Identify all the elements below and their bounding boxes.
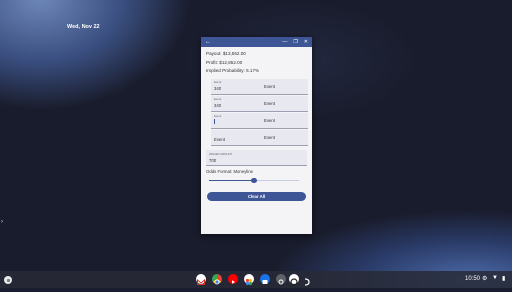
event-name-field[interactable]: Event (262, 130, 308, 145)
odds-field-value: 340 (214, 85, 222, 91)
odds-field-placeholder: Event (214, 136, 225, 142)
battery-icon[interactable]: ▮ (502, 275, 505, 282)
wager-amount-value: 700 (209, 157, 217, 163)
shelf: 10:50 ⚙ ▼ ▮ (0, 271, 512, 288)
odds-field[interactable]: Event 340 (211, 96, 262, 111)
chrome-icon[interactable] (212, 274, 222, 285)
odds-field-value: 340 (214, 102, 222, 108)
maximize-icon[interactable]: ❐ (293, 39, 297, 45)
odds-field-label: Event (214, 97, 222, 102)
event-row: Event Event (211, 112, 308, 129)
date-label: Wed, Nov 22 (67, 24, 100, 30)
window-controls: — ❐ ✕ (282, 39, 312, 45)
event-name-field[interactable]: Event (262, 79, 308, 94)
clock[interactable]: 10:50 (465, 276, 480, 282)
text-cursor (214, 118, 215, 124)
app-icon[interactable] (289, 274, 299, 286)
wifi-icon[interactable]: ▼ (492, 275, 498, 281)
event-name-label: Event (264, 117, 275, 123)
app-window: ← — ❐ ✕ Payout: $13,552.00 Profit: $12,8… (201, 37, 312, 234)
close-icon[interactable]: ✕ (304, 39, 308, 45)
profit-text: Profit: $12,852.00 (206, 59, 243, 65)
launcher-icon[interactable] (4, 276, 12, 284)
odds-field[interactable]: Event (211, 130, 262, 145)
wager-amount-label: WAGER AMOUNT (209, 151, 233, 156)
implied-probability-text: Implied Probability: 5.17% (206, 68, 260, 74)
event-name-label: Event (264, 83, 275, 89)
events-list: Event 340 Event Event 340 Event Event Ev… (211, 78, 308, 146)
files-icon[interactable] (260, 274, 270, 284)
odds-field[interactable]: Event 340 (211, 79, 262, 94)
odds-format-slider[interactable] (206, 176, 307, 186)
event-row: Event 340 Event (211, 95, 308, 112)
payout-text: Payout: $13,552.00 (206, 51, 246, 56)
youtube-icon[interactable] (228, 274, 238, 284)
slider-thumb[interactable] (251, 177, 257, 184)
odds-field-label: Event (214, 80, 222, 85)
clear-all-button[interactable]: Clear All (207, 192, 306, 201)
edge-marker-icon: › (1, 219, 3, 225)
event-row: Event 340 Event (211, 78, 308, 95)
event-name-label: Event (264, 100, 275, 106)
gmail-icon[interactable] (196, 274, 206, 285)
photos-icon[interactable] (244, 274, 254, 286)
event-name-field[interactable]: Event (262, 113, 308, 128)
back-arrow-icon[interactable]: ← (201, 39, 211, 45)
odds-field-label: Event (214, 114, 222, 119)
wager-amount-field[interactable]: WAGER AMOUNT 700 (206, 149, 307, 166)
main-content: Payout: $13,552.00 Profit: $12,852.00 Im… (201, 47, 312, 186)
minimize-icon[interactable]: — (282, 39, 287, 45)
slider-fill (209, 180, 254, 182)
camera-icon[interactable] (276, 274, 286, 285)
odds-format-label: Odds Format: Moneyline (206, 168, 254, 174)
event-name-field[interactable]: Event (262, 96, 308, 111)
settings-icon[interactable]: ⚙ (482, 275, 487, 282)
title-bar: ← — ❐ ✕ (201, 37, 312, 47)
event-name-label: Event (264, 134, 275, 140)
odds-field[interactable]: Event (211, 113, 262, 128)
event-row: Event Event (211, 129, 308, 146)
play-icon[interactable] (302, 274, 312, 286)
